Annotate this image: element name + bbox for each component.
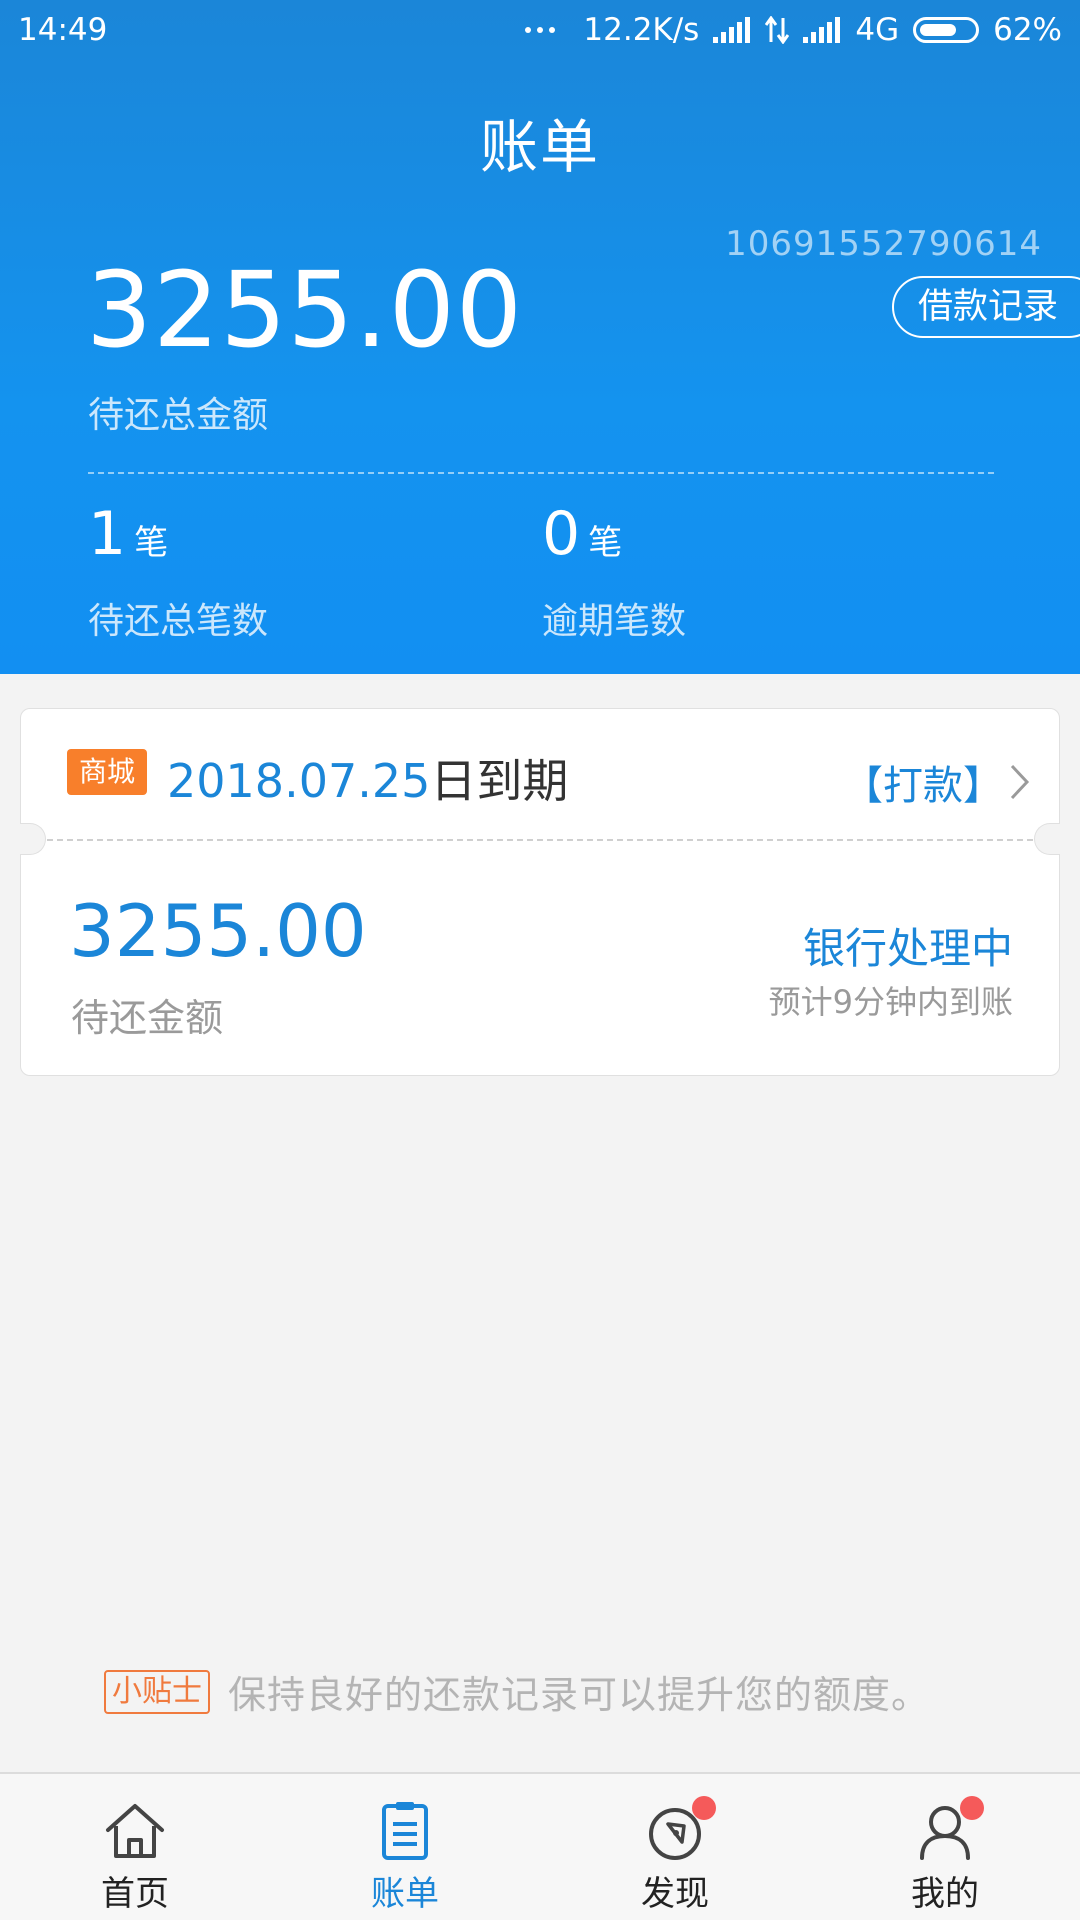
nav-bill-label: 账单 xyxy=(371,1874,439,1914)
overdue-count-label: 逾期笔数 xyxy=(542,601,687,642)
due-suffix: 日到期 xyxy=(430,754,569,808)
signal-icon xyxy=(713,17,751,43)
bill-icon xyxy=(370,1796,440,1866)
due-date-line: 2018.07.25日到期 xyxy=(167,745,568,811)
bill-screen: 14:49 12.2K/s 4G 62% 账单 10691552790614 借… xyxy=(0,0,1080,1920)
status-indicators: 12.2K/s 4G 62% xyxy=(525,10,1062,50)
account-id: 10691552790614 xyxy=(725,224,1042,264)
tip-badge: 小贴士 xyxy=(104,1669,210,1714)
page-title: 账单 xyxy=(479,113,600,181)
nav-discover[interactable]: 发现 xyxy=(540,1774,810,1920)
nav-discover-label: 发现 xyxy=(641,1874,709,1914)
overdue-count: 0 xyxy=(542,499,581,569)
nav-bill[interactable]: 账单 xyxy=(270,1774,540,1920)
overdue-count-unit: 笔 xyxy=(588,523,623,563)
arrival-eta: 预计9分钟内到账 xyxy=(768,983,1013,1021)
data-transfer-icon xyxy=(765,16,790,44)
card-notch-right xyxy=(1034,823,1060,855)
bill-amount-label: 待还金额 xyxy=(71,996,224,1040)
bill-summary-header: 14:49 12.2K/s 4G 62% 账单 10691552790614 借… xyxy=(0,0,1080,674)
bank-status: 银行处理中 xyxy=(802,924,1013,973)
bill-card[interactable]: 商城 2018.07.25日到期 【打款】 3255.00 待还金额 银行处理中… xyxy=(20,708,1060,1076)
signal-icon-2 xyxy=(803,17,841,43)
battery-level: 62% xyxy=(993,12,1062,48)
discover-notification-dot xyxy=(692,1796,716,1820)
overdue-count-stat: 0笔 逾期笔数 xyxy=(542,504,686,644)
status-bar: 14:49 12.2K/s 4G 62% xyxy=(0,0,1080,64)
nav-mine[interactable]: 我的 xyxy=(810,1774,1080,1920)
chevron-right-icon xyxy=(1009,763,1031,801)
due-date: 2018.07.25 xyxy=(167,754,431,808)
tip-text: 保持良好的还款记录可以提升您的额度。 xyxy=(228,1673,931,1717)
pay-button[interactable]: 【打款】 xyxy=(843,753,1031,811)
card-notch-left xyxy=(20,823,46,855)
nav-mine-label: 我的 xyxy=(911,1874,979,1914)
battery-icon xyxy=(913,17,980,43)
card-divider xyxy=(47,839,1033,841)
total-amount: 3255.00 xyxy=(86,249,524,371)
loan-record-button[interactable]: 借款记录 xyxy=(892,276,1080,338)
pending-count: 1 xyxy=(88,499,127,569)
divider xyxy=(88,472,994,474)
network-type: 4G xyxy=(855,12,900,48)
status-time: 14:49 xyxy=(18,12,108,48)
pending-count-unit: 笔 xyxy=(134,523,169,563)
pending-count-label: 待还总笔数 xyxy=(88,601,269,642)
nav-home-label: 首页 xyxy=(101,1874,169,1914)
pending-count-stat: 1笔 待还总笔数 xyxy=(88,504,268,644)
tip: 小贴士 保持良好的还款记录可以提升您的额度。 xyxy=(104,1664,930,1719)
nav-home[interactable]: 首页 xyxy=(0,1774,270,1920)
bottom-nav: 首页 账单 发现 我的 xyxy=(0,1772,1080,1920)
total-amount-label: 待还总金额 xyxy=(88,395,269,436)
pay-label: 【打款】 xyxy=(843,763,1003,809)
bill-amount: 3255.00 xyxy=(69,889,367,973)
mine-notification-dot xyxy=(960,1796,984,1820)
more-dots-icon xyxy=(525,27,556,33)
net-speed: 12.2K/s xyxy=(583,12,700,48)
home-icon xyxy=(100,1796,170,1866)
mall-tag: 商城 xyxy=(67,749,148,795)
